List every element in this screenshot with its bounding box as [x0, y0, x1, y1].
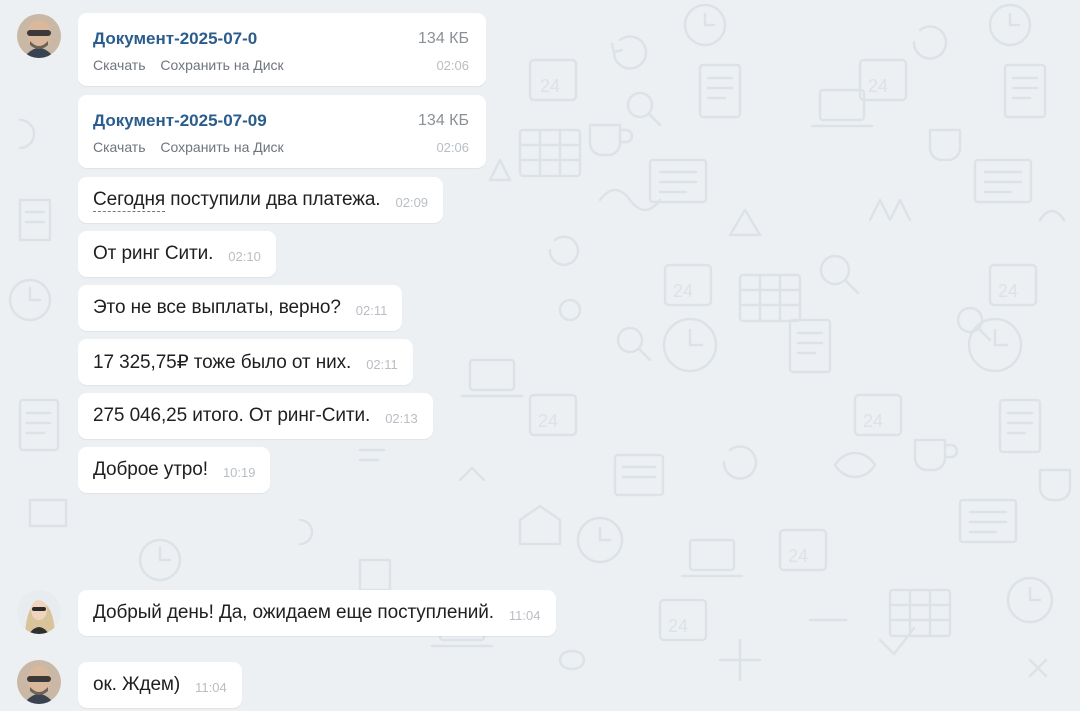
file-size: 134 КБ	[418, 30, 469, 47]
file-message[interactable]: Документ-2025-07-0 134 КБ Скачать Сохран…	[78, 13, 486, 86]
message-text-rest: поступили два платежа.	[165, 189, 381, 210]
svg-text:24: 24	[540, 76, 560, 96]
redaction-mask	[260, 23, 435, 53]
svg-text:24: 24	[538, 411, 558, 431]
svg-text:24: 24	[673, 281, 693, 301]
svg-text:24: 24	[668, 616, 688, 636]
file-message[interactable]: Документ-2025-07-09 134 КБ Скачать Сохра…	[78, 95, 486, 168]
message-text: 275 046,25 итого. От ринг-Сити.	[93, 405, 371, 426]
message-time: 02:11	[366, 356, 398, 372]
message-bubble[interactable]: 17 325,75₽ тоже было от них. 02:11	[78, 339, 413, 385]
message-time: 10:19	[222, 464, 256, 480]
woman-avatar-icon	[17, 590, 61, 634]
file-name-link[interactable]: Документ-2025-07-0	[93, 29, 257, 49]
message-time: 02:11	[355, 302, 388, 318]
message-bubble[interactable]: Добрый день! Да, ожидаем еще поступлений…	[78, 590, 556, 636]
message-bubble[interactable]: ок. Ждем) 11:04	[78, 662, 242, 708]
message-bubble[interactable]: Сегодня поступили два платежа. 02:09	[78, 177, 444, 223]
message-bubble[interactable]: От ринг Сити. 02:10	[78, 231, 276, 277]
message-bubble[interactable]: Это не все выплаты, верно? 02:11	[78, 285, 403, 331]
svg-text:24: 24	[788, 546, 808, 566]
download-button[interactable]: Скачать	[93, 57, 146, 73]
message-text: Добрый день! Да, ожидаем еще поступлений…	[93, 602, 494, 623]
message-text: Это не все выплаты, верно?	[93, 297, 341, 318]
svg-text:24: 24	[998, 281, 1018, 301]
message-text: От ринг Сити.	[93, 243, 214, 264]
download-button[interactable]: Скачать	[93, 139, 146, 155]
avatar-sender-2[interactable]	[17, 660, 61, 704]
svg-text:24: 24	[868, 76, 888, 96]
message-text: Сегодня поступили два платежа.	[93, 189, 381, 212]
message-text: Доброе утро!	[93, 459, 208, 480]
message-bubble[interactable]: 275 046,25 итого. От ринг-Сити. 02:13	[78, 393, 433, 439]
avatar-sender[interactable]	[17, 14, 61, 58]
message-time: 02:10	[228, 248, 261, 264]
redaction-mask	[271, 105, 396, 135]
message-bubble[interactable]: Доброе утро! 10:19	[78, 447, 271, 493]
message-time: 02:13	[385, 410, 418, 426]
date-link[interactable]: Сегодня	[93, 189, 165, 212]
message-time: 02:06	[436, 58, 469, 73]
message-time: 11:04	[508, 607, 541, 623]
save-to-disk-button[interactable]: Сохранить на Диск	[160, 57, 283, 73]
message-text: 17 325,75₽ тоже было от них.	[93, 351, 352, 373]
file-size: 134 КБ	[418, 112, 469, 129]
man-avatar-icon	[17, 14, 61, 58]
message-text: ок. Ждем)	[93, 674, 181, 695]
avatar-recipient[interactable]	[17, 590, 61, 634]
message-time: 11:04	[195, 679, 227, 695]
message-time: 02:09	[395, 194, 429, 210]
message-time: 02:06	[436, 140, 469, 155]
svg-text:24: 24	[863, 411, 883, 431]
man-avatar-icon	[17, 660, 61, 704]
file-name-link[interactable]: Документ-2025-07-09	[93, 111, 267, 131]
save-to-disk-button[interactable]: Сохранить на Диск	[160, 139, 283, 155]
